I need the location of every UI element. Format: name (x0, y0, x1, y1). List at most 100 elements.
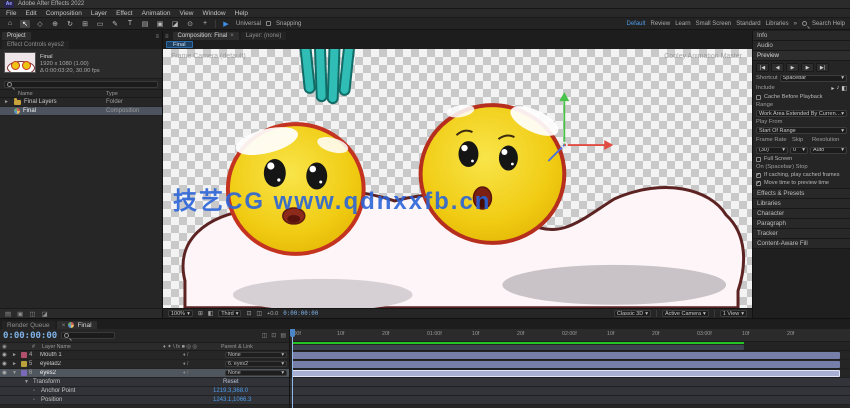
previous-frame-button[interactable]: ◀ (771, 63, 784, 72)
pen-tool-icon[interactable]: ✎ (110, 20, 120, 28)
tab-layer-none[interactable]: Layer: (none) (241, 32, 287, 40)
move-time-checkbox[interactable]: ✓ (756, 181, 761, 186)
exposure-value[interactable]: +0.0 (267, 311, 278, 317)
layer-row-mouth[interactable]: ◉ ► 4 Mouth 1 ♦ / None ▾ (0, 351, 289, 360)
layer-track[interactable] (290, 351, 850, 360)
tab-composition-final[interactable]: Composition: Final × (173, 32, 239, 40)
new-folder-icon[interactable]: ▣ (17, 310, 23, 318)
project-search-input[interactable] (4, 81, 158, 88)
comp-mini-flowchart-icon[interactable]: ◫ (262, 332, 268, 339)
transparency-grid-icon[interactable]: ◫ (256, 311, 261, 317)
grid-options-icon[interactable]: ⊞ (198, 311, 203, 317)
zoom-level-dropdown[interactable]: 100% ▾ (168, 310, 193, 317)
transform-gizmo[interactable] (548, 92, 613, 161)
panel-header-audio[interactable]: Audio (753, 41, 850, 51)
layer-duration-bar[interactable] (292, 361, 840, 368)
layer-name-header[interactable]: Layer Name (42, 344, 163, 350)
workspace-default[interactable]: Default (627, 21, 646, 27)
anchor-point-row[interactable]: ◔ Anchor Point 1219.3,368.0 (0, 387, 289, 396)
brush-tool-icon[interactable]: ▤ (140, 20, 150, 28)
universal-label[interactable]: Universal (236, 21, 261, 27)
composition-viewer[interactable]: Frame Camera (default) Cooley Animation … (163, 49, 752, 308)
column-type[interactable]: Type (106, 91, 158, 97)
workspace-libraries[interactable]: Libraries (766, 21, 789, 27)
layer-duration-bar[interactable] (292, 352, 840, 359)
twirl-icon[interactable]: ► (4, 99, 11, 105)
cti-handle[interactable] (290, 329, 295, 337)
transform-label[interactable]: Transform (33, 379, 60, 385)
stopwatch-icon[interactable]: ◔ (32, 397, 39, 403)
frame-rate-dropdown[interactable]: (30) ▾ (756, 147, 788, 154)
layer-row-eyes-selected[interactable]: ◉ ▼ 6 eyes2 ♦ / None ▾ (0, 369, 289, 378)
time-ruler[interactable]: :00f 10f 20f 01:00f 10f 20f 02:00f 10f 2… (290, 329, 850, 342)
menu-help[interactable]: Help (235, 10, 248, 17)
graph-editor-icon[interactable]: ▤ (280, 332, 286, 339)
parent-link-header[interactable]: Parent & Link (221, 344, 287, 350)
visibility-toggle[interactable]: ◉ (2, 370, 10, 376)
clone-stamp-tool-icon[interactable]: ▣ (155, 20, 165, 28)
column-name[interactable]: Name (4, 91, 106, 97)
region-of-interest-icon[interactable]: ⊡ (246, 311, 251, 317)
menu-composition[interactable]: Composition (46, 10, 82, 17)
include-video-icon[interactable]: ▸ (831, 85, 834, 92)
draft-3d-icon[interactable]: ⊡ (271, 332, 276, 339)
shortcut-dropdown[interactable]: Spacebar ▾ (780, 75, 847, 82)
search-icon[interactable] (802, 21, 807, 26)
first-frame-button[interactable]: |◀ (756, 63, 769, 72)
hand-tool-icon[interactable]: ◇ (35, 20, 45, 28)
label-color-swatch[interactable] (21, 370, 27, 376)
type-tool-icon[interactable]: T (125, 20, 135, 27)
roto-brush-tool-icon[interactable]: ⊙ (185, 20, 195, 28)
timeline-search-input[interactable] (61, 332, 115, 339)
camera-view-dropdown[interactable]: Active Camera ▾ (662, 310, 709, 317)
new-composition-icon[interactable]: ◫ (29, 310, 35, 318)
layer-track[interactable] (290, 360, 850, 369)
switches-header[interactable]: ♦ ✦ \ fx ■ ◎ ◎ (163, 344, 221, 350)
view-layout-dropdown[interactable]: 1 View ▾ (720, 310, 747, 317)
menu-effect[interactable]: Effect (116, 10, 133, 17)
twirl-icon[interactable]: ▼ (24, 379, 31, 385)
property-track[interactable] (290, 396, 850, 405)
include-overlays-icon[interactable]: ◧ (841, 85, 847, 92)
current-time-indicator[interactable] (292, 329, 293, 408)
item-name[interactable]: Final (23, 108, 103, 114)
camera-tool-icon[interactable]: ⊞ (80, 20, 90, 28)
parent-dropdown[interactable]: None ▾ (225, 370, 287, 376)
menu-view[interactable]: View (180, 10, 194, 17)
cache-before-playback-checkbox[interactable] (756, 95, 761, 100)
panel-header-preview[interactable]: Preview (753, 51, 850, 61)
item-name[interactable]: Final Layers (24, 99, 103, 105)
project-item-final[interactable]: Final Composition (0, 107, 162, 116)
close-icon[interactable]: × (230, 33, 234, 39)
panel-header-content-aware-fill[interactable]: Content-Aware Fill (753, 239, 850, 249)
current-time-display[interactable]: 0:00:00:00 (3, 331, 57, 341)
comp-mini-tab[interactable]: Final (166, 41, 193, 48)
interpret-footage-icon[interactable]: ▤ (5, 310, 11, 318)
position-value[interactable]: 1243.1,1066.3 (213, 397, 287, 403)
workspace-standard[interactable]: Standard (736, 21, 760, 27)
comp-name[interactable]: Final (40, 54, 100, 60)
panel-header-paragraph[interactable]: Paragraph (753, 219, 850, 229)
property-track[interactable] (290, 387, 850, 396)
rotation-tool-icon[interactable]: ↻ (65, 20, 75, 28)
label-color-swatch[interactable] (21, 361, 27, 367)
next-frame-button[interactable]: ▶ (801, 63, 814, 72)
close-icon[interactable]: × (62, 322, 66, 329)
play-from-dropdown[interactable]: Start Of Range ▾ (756, 127, 847, 134)
twirl-icon[interactable]: ▼ (12, 370, 19, 376)
property-track[interactable] (290, 378, 850, 387)
mask-visibility-icon[interactable]: ◧ (208, 311, 213, 317)
visibility-toggle[interactable]: ◉ (2, 352, 10, 358)
comp-time-display[interactable]: 0:00:00:00 (283, 311, 318, 317)
layer-switches[interactable]: ♦ / (183, 352, 223, 358)
menu-window[interactable]: Window (203, 10, 226, 17)
panel-header-libraries[interactable]: Libraries (753, 199, 850, 209)
full-screen-checkbox[interactable] (756, 157, 761, 162)
label-color-swatch[interactable] (21, 352, 27, 358)
workspace-small-screen[interactable]: Small Screen (696, 21, 732, 27)
workspace-learn[interactable]: Learn (675, 21, 690, 27)
resolution-dropdown[interactable]: Third ▾ (218, 310, 241, 317)
layer-duration-bar-selected[interactable] (292, 370, 840, 377)
stopwatch-icon[interactable]: ◔ (32, 388, 39, 394)
layer-name[interactable]: Mouth 1 (40, 352, 181, 358)
